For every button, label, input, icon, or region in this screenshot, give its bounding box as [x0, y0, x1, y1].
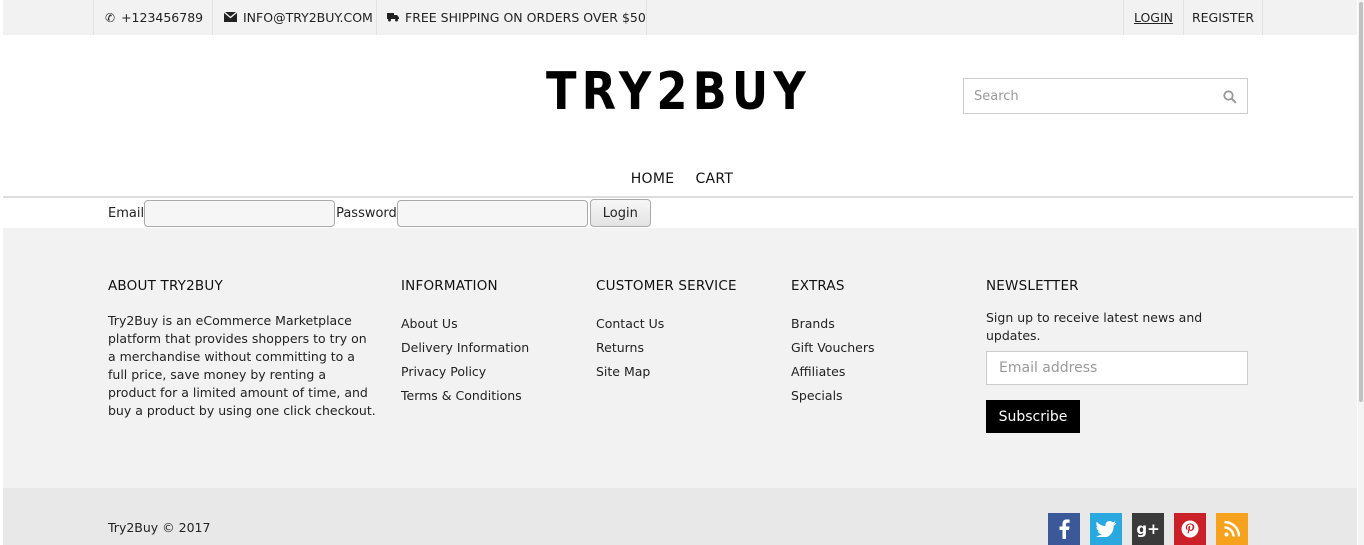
footer-about-title: ABOUT TRY2BUY [108, 278, 223, 294]
nav-cart[interactable]: CART [695, 171, 733, 187]
footer-information: INFORMATION About Us Delivery Informatio… [401, 278, 529, 408]
footer-customer-service: CUSTOMER SERVICE Contact Us Returns Site… [596, 278, 737, 384]
copyright-text: Try2Buy © 2017 [108, 520, 211, 535]
email-contact[interactable]: INFO@TRY2BUY.COM [212, 0, 376, 35]
envelope-icon [223, 10, 238, 25]
nav-home[interactable]: HOME [631, 171, 675, 187]
search-box [963, 78, 1248, 114]
login-button[interactable]: Login [589, 199, 651, 227]
pinterest-icon[interactable] [1174, 513, 1206, 545]
scrollbar-thumb[interactable] [1359, 2, 1363, 402]
footer-link-gift-vouchers[interactable]: Gift Vouchers [791, 336, 875, 360]
footer-link-delivery-information[interactable]: Delivery Information [401, 336, 529, 360]
footer-about-text: Try2Buy is an eCommerce Marketplace plat… [108, 313, 376, 418]
twitter-icon[interactable] [1090, 513, 1122, 545]
password-field[interactable] [396, 199, 588, 227]
footer-link-returns[interactable]: Returns [596, 336, 737, 360]
register-link[interactable]: REGISTER [1183, 0, 1263, 35]
footer-link-brands[interactable]: Brands [791, 312, 875, 336]
footer-link-about-us[interactable]: About Us [401, 312, 529, 336]
footer-link-terms-conditions[interactable]: Terms & Conditions [401, 384, 529, 408]
search-input[interactable] [964, 79, 1204, 113]
shipping-notice: FREE SHIPPING ON ORDERS OVER $50 [376, 0, 647, 35]
footer-newsletter: NEWSLETTER Sign up to receive latest new… [986, 278, 1251, 433]
shipping-text: FREE SHIPPING ON ORDERS OVER $50 [405, 10, 646, 25]
phone-icon: ✆ [105, 10, 116, 25]
login-link[interactable]: LOGIN [1123, 0, 1183, 35]
search-icon[interactable] [1223, 89, 1237, 104]
newsletter-email-input[interactable] [986, 351, 1248, 385]
footer-link-privacy-policy[interactable]: Privacy Policy [401, 360, 529, 384]
footer-extras-title: EXTRAS [791, 278, 845, 294]
newsletter-text: Sign up to receive latest news and updat… [986, 310, 1203, 343]
page-scrollbar[interactable] [1358, 0, 1364, 545]
footer-link-site-map[interactable]: Site Map [596, 360, 737, 384]
footer-about: ABOUT TRY2BUY Try2Buy is an eCommerce Ma… [108, 278, 378, 420]
facebook-icon[interactable] [1048, 513, 1080, 545]
phone-number: +123456789 [121, 10, 204, 25]
rss-icon[interactable] [1216, 513, 1248, 545]
email-label: Email [108, 205, 145, 221]
footer-bottom-bar: Try2Buy © 2017 g+ [3, 488, 1357, 545]
nav-divider [3, 196, 1353, 198]
top-bar: ✆ +123456789 INFO@TRY2BUY.COM FREE SHIPP… [3, 0, 1357, 35]
main-nav: HOME CART [0, 168, 1364, 187]
footer-newsletter-title: NEWSLETTER [986, 278, 1079, 294]
phone-contact: ✆ +123456789 [93, 0, 212, 35]
password-label: Password [336, 205, 397, 221]
login-form: Email Password Login [108, 199, 651, 227]
truck-icon [387, 11, 399, 25]
email-field[interactable] [144, 199, 336, 227]
footer-link-specials[interactable]: Specials [791, 384, 875, 408]
email-address: INFO@TRY2BUY.COM [243, 10, 373, 25]
footer-information-title: INFORMATION [401, 278, 498, 294]
footer-customer-service-title: CUSTOMER SERVICE [596, 278, 737, 294]
footer-link-affiliates[interactable]: Affiliates [791, 360, 875, 384]
google-plus-icon[interactable]: g+ [1132, 513, 1164, 545]
site-logo[interactable]: TRY2BUY [546, 62, 811, 122]
footer-extras: EXTRAS Brands Gift Vouchers Affiliates S… [791, 278, 875, 408]
footer-link-contact-us[interactable]: Contact Us [596, 312, 737, 336]
subscribe-button[interactable]: Subscribe [986, 400, 1080, 433]
footer: ABOUT TRY2BUY Try2Buy is an eCommerce Ma… [3, 228, 1357, 488]
